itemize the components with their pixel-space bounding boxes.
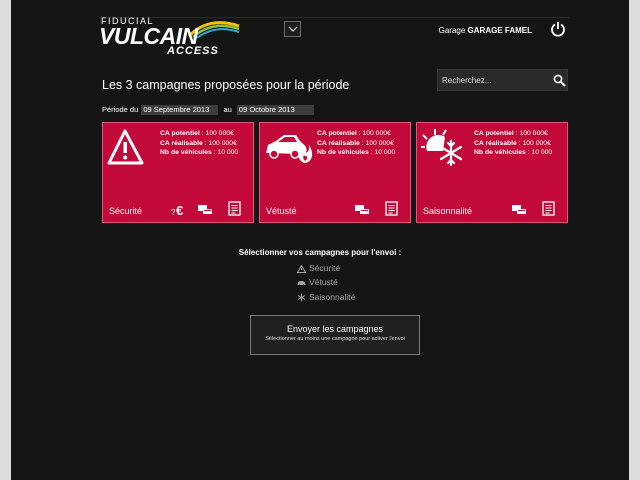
campaign-name: Vétusté [266, 206, 297, 216]
period-label: Période du [102, 105, 139, 114]
ca-realisable-value: : 100 000€ [361, 139, 394, 147]
ca-potentiel-value: : 100 000€ [201, 130, 234, 137]
car-fire-icon [266, 135, 313, 163]
garage-label: Garage GARAGE FAMEL [439, 26, 532, 35]
selection-title: Sélectionner vos campagnes pour l'envoi … [238, 248, 402, 257]
ca-realisable-value: : 100 000€ [518, 139, 551, 147]
campaign-stats: CA potentiel : 100 000€ CA réalisable : … [317, 129, 395, 158]
menu-dropdown-button[interactable] [284, 21, 301, 37]
search-input[interactable] [442, 74, 546, 87]
page-title: Les 3 campagnes proposées pour la périod… [102, 78, 350, 92]
option-label: Saisonnalité [309, 292, 356, 302]
ca-realisable-label: CA réalisable [317, 139, 360, 147]
search-icon[interactable] [553, 74, 566, 87]
mail-truck-icon[interactable] [354, 204, 370, 216]
campaign-card-vetuste[interactable]: CA potentiel : 100 000€ CA réalisable : … [259, 122, 411, 223]
mail-truck-icon[interactable] [197, 204, 213, 216]
nb-vehicules-value: : 10 000 [213, 149, 239, 156]
send-campaigns-button[interactable]: Envoyer les campagnes Sélectionner au mo… [250, 315, 420, 355]
campaign-name: Sécurité [109, 206, 143, 216]
ca-potentiel-label: CA potentiel [474, 130, 514, 137]
mail-truck-icon[interactable] [511, 204, 527, 216]
ca-potentiel-label: CA potentiel [317, 130, 357, 137]
ca-potentiel-label: CA potentiel [160, 130, 200, 137]
car-small-icon [297, 280, 306, 287]
period-start-input[interactable]: 09 Septembre 2013 [141, 105, 219, 115]
euro-question-icon[interactable]: ? € [171, 202, 188, 216]
campaign-name: Saisonnalité [423, 206, 473, 216]
campaign-stats: CA potentiel : 100 000€ CA réalisable : … [160, 129, 238, 158]
option-securite[interactable]: Sécurité [296, 263, 341, 273]
campaign-stats: CA potentiel : 100 000€ CA réalisable : … [474, 129, 552, 158]
nb-vehicules-label: Nb de véhicules [317, 149, 369, 156]
ca-potentiel-value: : 100 000€ [515, 130, 548, 137]
app-frame: FIDUCIAL VULCAIN ACCESS Garage GARAGE FA… [11, 0, 629, 480]
ca-realisable-value: : 100 000€ [204, 139, 237, 147]
document-icon[interactable] [385, 201, 399, 216]
ca-potentiel-value: : 100 000€ [358, 130, 391, 137]
option-vetuste[interactable]: Vétusté [297, 277, 338, 287]
send-button-label: Envoyer les campagnes [286, 324, 384, 334]
send-button-hint: Sélectionner au moins une campagne pour … [265, 336, 405, 342]
nb-vehicules-label: Nb de véhicules [160, 149, 212, 156]
logo[interactable]: FIDUCIAL VULCAIN ACCESS [99, 14, 240, 60]
warning-icon [107, 129, 144, 165]
ca-realisable-label: CA réalisable [474, 139, 517, 147]
campaign-card-saisonnalite[interactable]: CA potentiel : 100 000€ CA réalisable : … [416, 122, 568, 223]
power-icon[interactable] [550, 21, 566, 37]
nb-vehicules-value: : 10 000 [527, 149, 553, 156]
option-saisonnalite[interactable]: Saisonnalité [297, 292, 355, 302]
logo-brand-sub: ACCESS [167, 45, 219, 57]
nb-vehicules-label: Nb de véhicules [474, 149, 526, 156]
option-label: Vétusté [309, 277, 338, 287]
header: FIDUCIAL VULCAIN ACCESS Garage GARAGE FA… [11, 0, 629, 60]
garage-name: GARAGE FAMEL [467, 26, 532, 35]
document-icon[interactable] [228, 201, 242, 216]
warning-small-icon [296, 264, 307, 273]
period-end-input[interactable]: 09 Octobre 2013 [236, 105, 314, 115]
sun-snowflake-icon [421, 129, 463, 167]
nb-vehicules-value: : 10 000 [370, 149, 396, 156]
svg-text:€: € [176, 203, 183, 216]
chevron-down-icon [288, 26, 298, 32]
garage-prefix: Garage [438, 26, 466, 35]
document-icon[interactable] [542, 201, 556, 216]
ca-realisable-label: CA réalisable [160, 139, 203, 147]
campaign-card-securite[interactable]: CA potentiel : 100 000€ CA réalisable : … [102, 122, 254, 223]
snowflake-small-icon [297, 293, 306, 302]
option-label: Sécurité [309, 263, 341, 273]
period-separator: au [223, 105, 232, 114]
search-box [437, 69, 568, 91]
period-selector: Période du 09 Septembre 2013 au 09 Octob… [102, 105, 314, 115]
